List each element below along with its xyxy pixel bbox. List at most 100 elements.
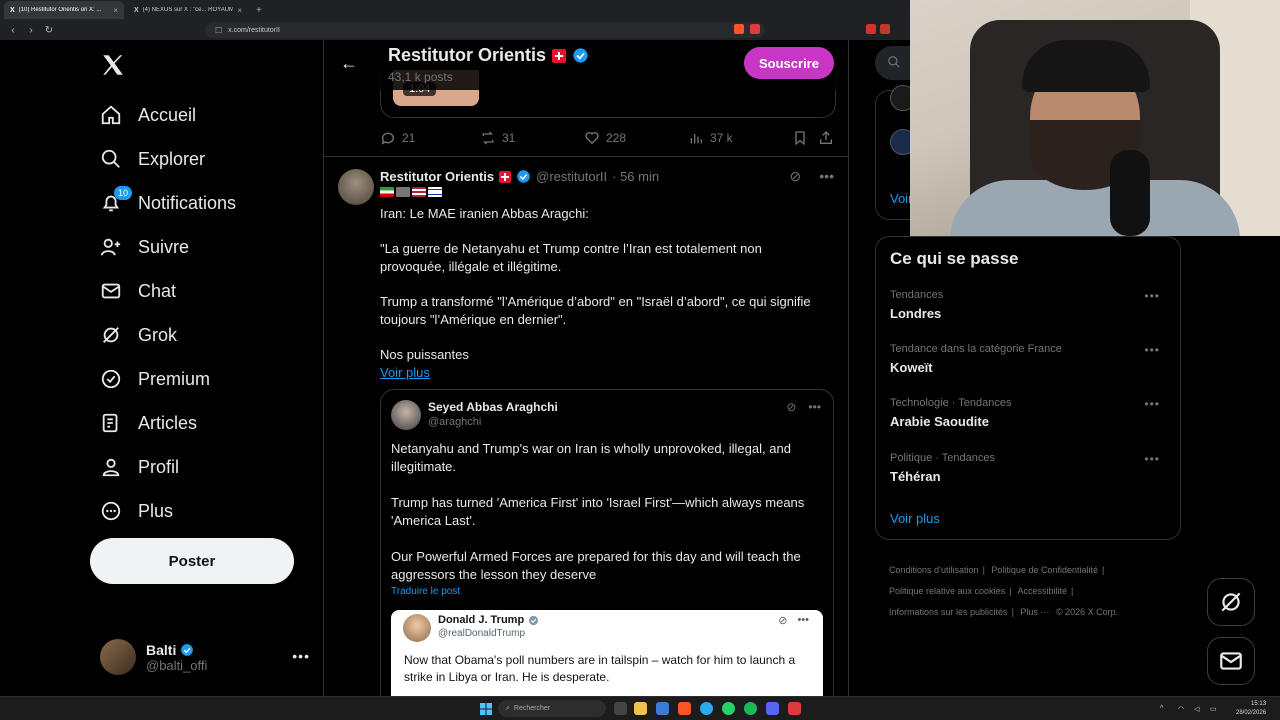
more-circle-icon [101, 501, 121, 521]
quoted-post[interactable]: Seyed Abbas Araghchi @araghchi ⊘ ••• Net… [380, 389, 834, 696]
footer-links: Conditions d’utilisation | Politique de C… [889, 560, 1189, 623]
trends-see-more-link[interactable]: Voir plus [890, 511, 940, 526]
footer-link[interactable]: Plus ··· [1020, 607, 1049, 617]
file-explorer-icon[interactable] [634, 702, 647, 715]
embedded-text: Now that Obama's poll numbers are in tai… [404, 653, 796, 684]
more-dots-icon[interactable]: ••• [1144, 397, 1160, 411]
author-name[interactable]: Restitutor Orientis [380, 169, 494, 184]
task-view-icon[interactable] [614, 702, 627, 715]
grok-post-icon[interactable]: ⊘ [790, 168, 802, 185]
system-clock[interactable]: 15:13 28/02/2026 [1236, 700, 1266, 718]
url-bar[interactable]: ☐ x.com/restitutorII [205, 22, 765, 38]
x-tab-icon: X [134, 6, 139, 14]
footer-separator: | [1009, 586, 1012, 596]
brave-browser-icon[interactable] [678, 702, 691, 715]
translate-link[interactable]: Traduire le post [391, 586, 460, 597]
search-icon [101, 149, 120, 168]
author-handle[interactable]: @restitutorII [536, 169, 607, 184]
nav-item-follow[interactable]: Suivre [100, 232, 189, 262]
close-tab-icon[interactable]: × [113, 6, 118, 15]
extension-icon[interactable] [880, 24, 890, 34]
avatar [100, 639, 136, 675]
nav-item-home[interactable]: Accueil [100, 100, 196, 130]
footer-link[interactable]: Politique relative aux cookies [889, 586, 1005, 596]
nav-item-explore[interactable]: Explorer [100, 144, 205, 174]
user-name: Balti [146, 641, 177, 658]
url-text: x.com/restitutorII [228, 26, 280, 34]
more-dots-icon[interactable]: ••• [1144, 343, 1160, 357]
taskbar-search[interactable]: ⌕ Rechercher [498, 700, 606, 717]
flag-emojis [380, 187, 442, 197]
quoted-author-handle: @araghchi [428, 416, 482, 428]
brave-shield-icon[interactable] [734, 24, 744, 34]
browser-tab[interactable]: X (4) NEXUS sur X : "ce... ROYAUME... × [128, 1, 248, 19]
close-tab-icon[interactable]: × [237, 6, 242, 15]
chevron-up-icon[interactable]: ^ [1160, 705, 1163, 712]
more-dots-icon[interactable]: ••• [1144, 452, 1160, 466]
trend-item[interactable]: Tendance dans la catégorie France Koweït… [890, 343, 1168, 383]
post-button[interactable]: Poster [90, 538, 294, 584]
avatar[interactable] [338, 169, 374, 205]
os-taskbar: ⌕ Rechercher ^ ◠ ◁ ▭ 15:13 28/02/2026 [0, 696, 1280, 720]
whatsapp-icon[interactable] [722, 702, 735, 715]
more-dots-icon[interactable]: ••• [808, 400, 821, 414]
reply-button[interactable]: 21 [380, 130, 480, 146]
back-nav-icon[interactable]: ‹ [8, 25, 18, 36]
messages-fab-button[interactable] [1207, 637, 1255, 685]
trend-item[interactable]: Tendances Londres ••• [890, 289, 1168, 329]
grok-fab-button[interactable] [1207, 578, 1255, 626]
spotify-icon[interactable] [744, 702, 757, 715]
bookmark-button[interactable] [792, 130, 818, 146]
nav-item-profile[interactable]: Profil [100, 452, 179, 482]
repost-count: 31 [502, 131, 516, 145]
footer-link[interactable]: Informations sur les publicités [889, 607, 1008, 617]
app-icon[interactable] [656, 702, 669, 715]
browser-tab-active[interactable]: X (10) Restitutor Orientis on X: ... × [4, 1, 124, 19]
nav-item-more[interactable]: Plus [100, 496, 173, 526]
discord-icon[interactable] [766, 702, 779, 715]
wifi-icon[interactable]: ◠ [1178, 705, 1184, 713]
nav-label: Articles [138, 412, 198, 433]
footer-link[interactable]: Conditions d’utilisation [889, 565, 979, 575]
more-dots-icon[interactable]: ••• [1144, 289, 1160, 303]
person-plus-icon [100, 238, 121, 256]
new-tab-button[interactable]: + [256, 5, 262, 16]
like-button[interactable]: 228 [584, 130, 688, 146]
back-arrow-icon[interactable]: ← [340, 53, 358, 74]
x-logo-icon[interactable] [100, 52, 126, 78]
views-button[interactable]: 37 k [688, 130, 792, 146]
nav-item-notifications[interactable]: 10 Notifications [100, 186, 236, 218]
more-dots-icon[interactable]: ••• [819, 168, 834, 185]
nav-item-premium[interactable]: Premium [100, 364, 210, 394]
see-more-link[interactable]: Voir plus [380, 365, 430, 380]
app-icon[interactable] [700, 702, 713, 715]
iran-flag-icon [380, 187, 394, 197]
volume-icon[interactable]: ◁ [1194, 705, 1199, 713]
battery-icon[interactable]: ▭ [1210, 705, 1217, 713]
trend-item[interactable]: Politique · Tendances Téhéran ••• [890, 452, 1168, 492]
bell-icon: 10 [100, 186, 132, 214]
repost-button[interactable]: 31 [480, 130, 584, 146]
subscribe-button[interactable]: Souscrire [744, 47, 834, 79]
nav-item-articles[interactable]: Articles [100, 408, 197, 438]
trend-item[interactable]: Technologie · Tendances Arabie Saoudite … [890, 397, 1168, 437]
nav-item-chat[interactable]: Chat [100, 276, 176, 306]
nav-label: Plus [138, 500, 174, 521]
more-dots-icon[interactable]: ••• [292, 648, 310, 664]
extension-icon[interactable] [750, 24, 760, 34]
windows-start-icon[interactable] [480, 703, 492, 715]
timeline: ← Restitutor Orientis 43,1 k posts Sousc… [323, 40, 849, 696]
reload-icon[interactable]: ↻ [44, 25, 54, 36]
footer-link[interactable]: Politique de Confidentialité [991, 565, 1098, 575]
account-switcher[interactable]: Balti @balti_offi ••• [100, 638, 310, 676]
search-input[interactable] [875, 46, 915, 80]
app-icon[interactable] [788, 702, 801, 715]
nav-item-grok[interactable]: Grok [100, 320, 177, 350]
forward-nav-icon[interactable]: › [26, 25, 36, 36]
grok-post-icon[interactable]: ⊘ [786, 400, 796, 414]
footer-link[interactable]: Accessibilité [1017, 586, 1067, 596]
extension-icon[interactable] [866, 24, 876, 34]
view-count: 37 k [710, 131, 733, 145]
bookmark-icon[interactable]: ☐ [215, 26, 222, 35]
share-button[interactable] [818, 130, 834, 146]
